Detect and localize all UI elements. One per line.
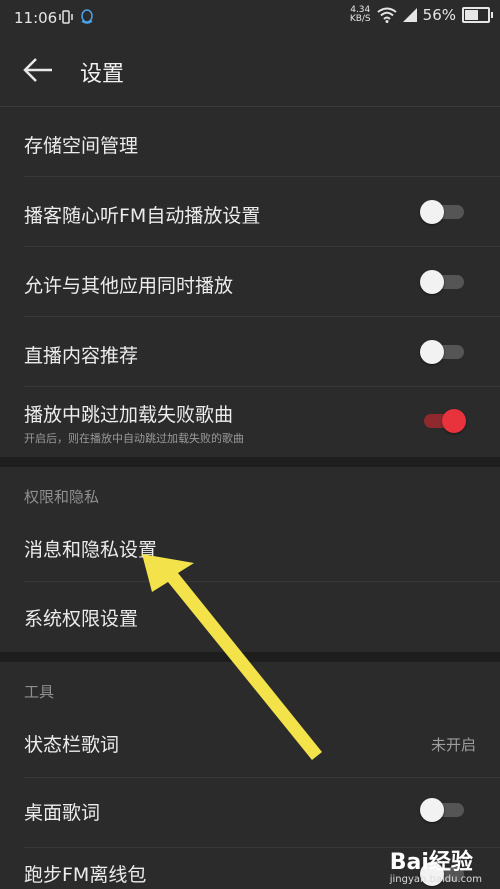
net-speed: 4.34 KB/S <box>350 6 371 24</box>
live-recommend-toggle[interactable] <box>420 340 464 364</box>
statusbar-lyrics-value: 未开启 <box>430 736 476 754</box>
setting-system-permission-label: 系统权限设置 <box>24 608 139 630</box>
setting-allow-play[interactable]: 允许与其他应用同时播放 <box>0 247 500 317</box>
setting-statusbar-lyrics[interactable]: 状态栏歌词 未开启 <box>0 708 500 778</box>
desktop-lyrics-toggle[interactable] <box>420 798 464 822</box>
skip-failed-toggle[interactable] <box>420 409 466 433</box>
watermark-sub: jingyan.baidu.com <box>389 874 482 885</box>
section-header-tools: 工具 <box>24 683 55 701</box>
section-header-privacy: 权限和隐私 <box>24 488 100 506</box>
setting-skip-failed[interactable]: 播放中跳过加载失败歌曲 开启后，则在播放中自动跳过加载失败的歌曲 <box>0 387 500 457</box>
allow-play-toggle[interactable] <box>420 270 464 294</box>
setting-storage[interactable]: 存储空间管理 <box>0 107 500 177</box>
status-time: 11:06 <box>14 9 58 27</box>
setting-live-recommend[interactable]: 直播内容推荐 <box>0 317 500 387</box>
setting-desktop-lyrics-label: 桌面歌词 <box>24 802 101 824</box>
setting-podcast-fm[interactable]: 播客随心听FM自动播放设置 <box>0 177 500 247</box>
section-separator <box>0 457 500 467</box>
watermark-logo: Bai经验 jingyan.baidu.com <box>390 844 482 885</box>
watermark-main: Bai经验 <box>389 850 473 875</box>
qq-icon <box>81 9 93 24</box>
vibrate-icon <box>59 10 73 24</box>
setting-run-fm-label: 跑步FM离线包 <box>24 864 147 886</box>
status-left-icons <box>58 9 94 25</box>
setting-podcast-fm-label: 播客随心听FM自动播放设置 <box>24 205 261 227</box>
status-right: 4.34 KB/S 56% <box>350 6 493 24</box>
back-arrow-icon[interactable] <box>22 56 54 84</box>
signal-icon <box>402 8 417 22</box>
setting-statusbar-lyrics-label: 状态栏歌词 <box>24 734 120 756</box>
setting-message-privacy-label: 消息和隐私设置 <box>24 539 158 561</box>
battery-icon <box>462 7 493 23</box>
wifi-icon <box>377 7 397 23</box>
page-title: 设置 <box>80 62 125 87</box>
net-speed-unit: KB/S <box>349 14 371 24</box>
setting-system-permission[interactable]: 系统权限设置 <box>0 582 500 652</box>
podcast-fm-toggle[interactable] <box>420 200 464 224</box>
section-separator <box>0 652 500 662</box>
setting-desktop-lyrics[interactable]: 桌面歌词 <box>0 778 500 848</box>
setting-allow-play-label: 允许与其他应用同时播放 <box>24 275 234 297</box>
setting-skip-failed-label: 播放中跳过加载失败歌曲 <box>24 404 234 426</box>
setting-skip-failed-description: 开启后，则在播放中自动跳过加载失败的歌曲 <box>24 432 244 445</box>
status-bar: 11:06 4.34 KB/S 56% <box>0 0 500 36</box>
setting-message-privacy[interactable]: 消息和隐私设置 <box>0 512 500 582</box>
setting-live-recommend-label: 直播内容推荐 <box>24 345 139 367</box>
battery-percent: 56% <box>422 6 456 24</box>
setting-storage-label: 存储空间管理 <box>24 135 139 157</box>
app-bar: 设置 <box>0 36 500 106</box>
